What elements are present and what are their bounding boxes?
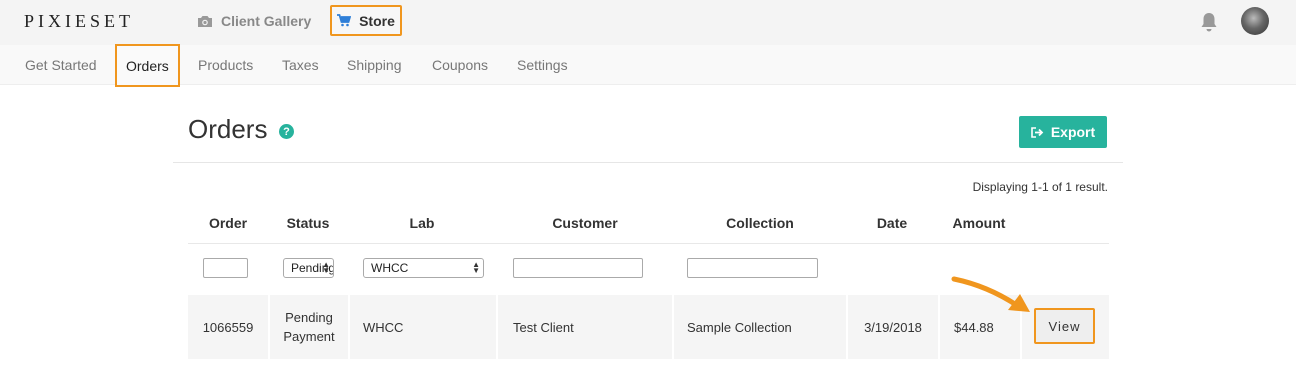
callout-arrow-icon (951, 276, 1030, 312)
lab-filter-select[interactable]: WHCC ▲ ▼ (363, 258, 484, 278)
header-divider (188, 243, 1109, 244)
status-text: Pending Payment (283, 310, 335, 344)
status-cell: Pending Payment (270, 295, 348, 359)
status-filter-select[interactable]: Pending ▲ ▼ (283, 258, 334, 278)
top-bar: PIXIESET Client Gallery Store (0, 0, 1296, 45)
lab-filter-value: WHCC (371, 261, 409, 275)
order-filter-input[interactable] (203, 258, 248, 278)
subnav-products[interactable]: Products (198, 45, 253, 85)
nav-store[interactable]: Store (330, 5, 402, 36)
select-arrows-icon: ▲ ▼ (322, 260, 330, 275)
select-arrows-icon: ▲ ▼ (472, 260, 480, 275)
page-title: Orders (188, 114, 268, 144)
camera-icon (197, 15, 213, 28)
customer-cell: Test Client (498, 295, 672, 359)
collection-filter-input[interactable] (687, 258, 818, 278)
subnav-settings[interactable]: Settings (517, 45, 568, 85)
subnav-taxes[interactable]: Taxes (282, 45, 319, 85)
view-order-button[interactable]: View (1034, 308, 1095, 344)
customer-filter-input[interactable] (513, 258, 643, 278)
pixieset-logo[interactable]: PIXIESET (24, 11, 134, 32)
lab-cell: WHCC (350, 295, 496, 359)
subnav-get-started[interactable]: Get Started (25, 45, 97, 85)
order-number-cell[interactable]: 1066559 (188, 295, 268, 359)
subnav-coupons[interactable]: Coupons (432, 45, 488, 85)
export-icon (1031, 126, 1044, 138)
column-header-customer[interactable]: Customer (496, 215, 674, 231)
store-sub-nav: Get Started Orders Products Taxes Shippi… (0, 44, 1296, 87)
nav-client-gallery[interactable]: Client Gallery (191, 5, 317, 37)
column-header-status[interactable]: Status (268, 215, 348, 231)
column-header-collection[interactable]: Collection (674, 215, 846, 231)
export-button[interactable]: Export (1019, 116, 1107, 148)
date-cell: 3/19/2018 (848, 295, 938, 359)
export-button-label: Export (1050, 124, 1096, 140)
user-avatar[interactable] (1241, 7, 1269, 35)
column-header-date[interactable]: Date (846, 215, 938, 231)
cart-icon (337, 14, 352, 27)
column-header-amount[interactable]: Amount (938, 215, 1020, 231)
nav-store-label: Store (359, 12, 395, 29)
column-header-lab[interactable]: Lab (348, 215, 496, 231)
column-header-order[interactable]: Order (188, 215, 268, 231)
bell-icon[interactable] (1199, 11, 1219, 33)
results-count: Displaying 1-1 of 1 result. (972, 180, 1108, 194)
title-divider (173, 162, 1123, 163)
nav-client-gallery-label: Client Gallery (221, 13, 312, 29)
subnav-orders[interactable]: Orders (115, 44, 180, 87)
help-icon[interactable]: ? (279, 124, 294, 139)
collection-cell: Sample Collection (674, 295, 846, 359)
subnav-shipping[interactable]: Shipping (347, 45, 402, 85)
